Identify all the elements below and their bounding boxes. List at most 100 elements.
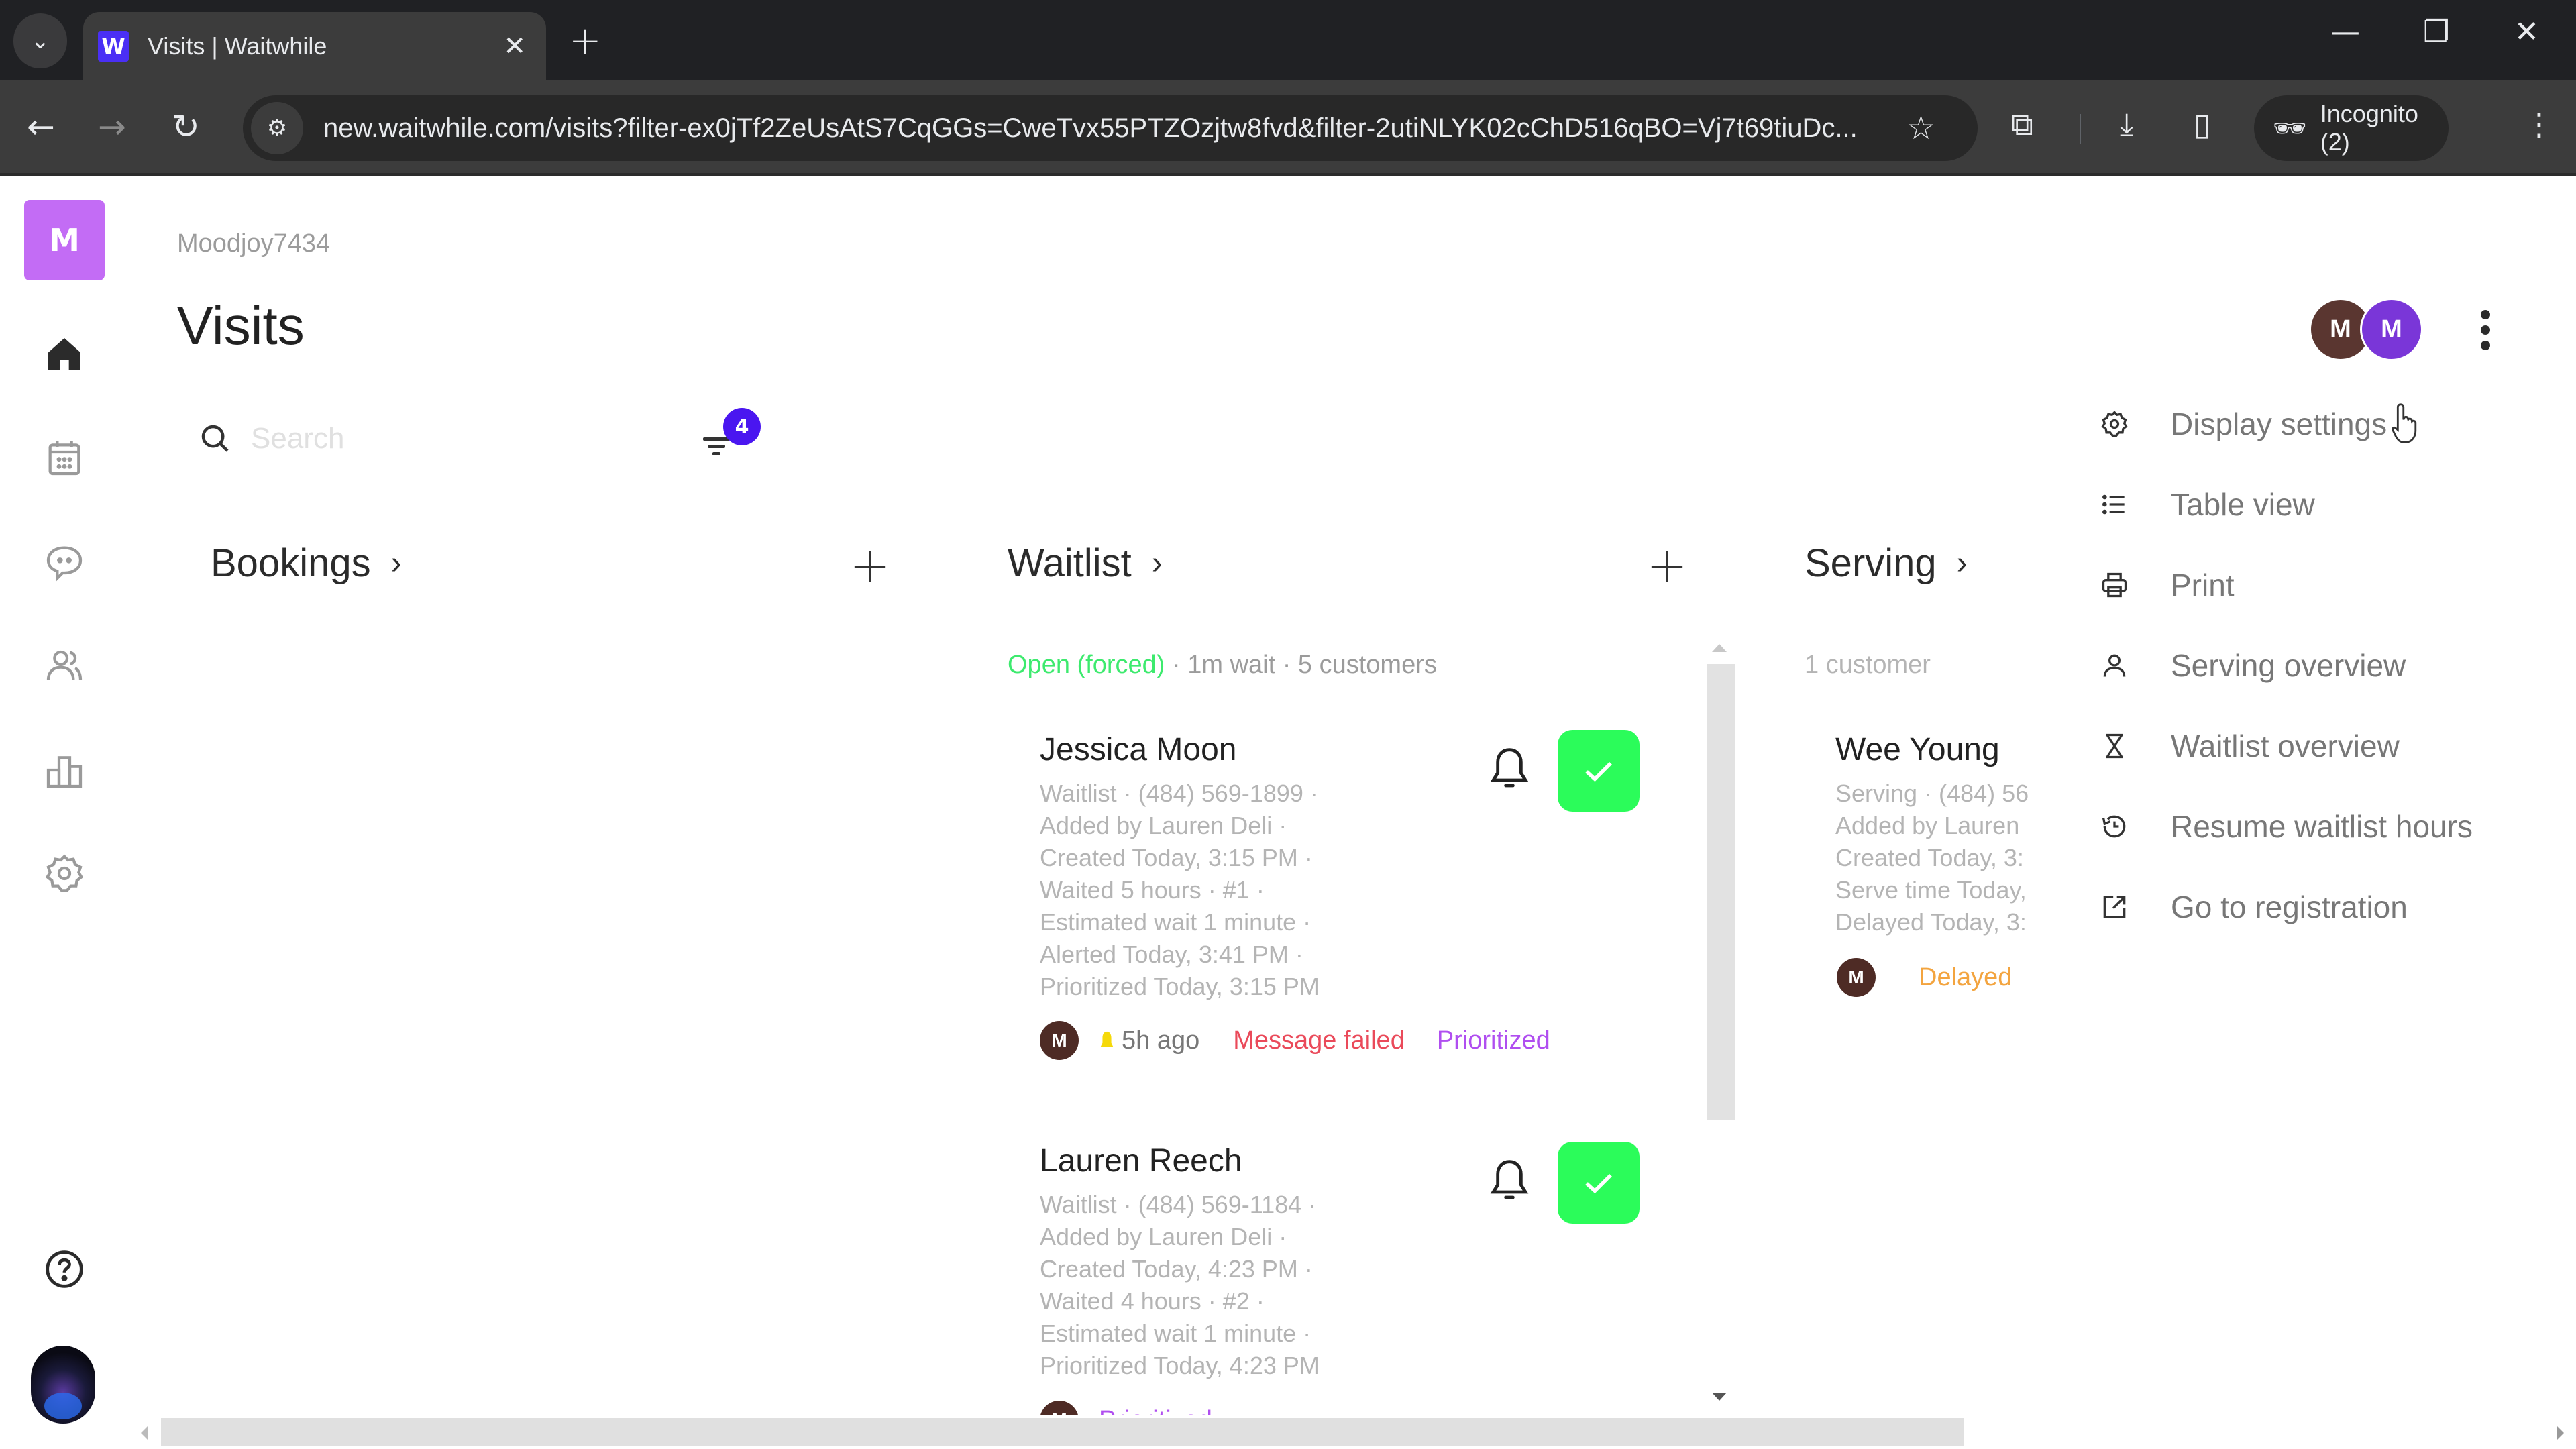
card-detail-line: Serve time Today, <box>1835 876 2027 904</box>
hand-cursor-icon <box>2392 403 2417 443</box>
avatar[interactable]: M <box>2360 298 2423 361</box>
left-nav: M <box>0 178 127 1449</box>
card-detail-line: Waited 5 hours · #1 · <box>1040 876 1265 904</box>
nav-item-calendar[interactable] <box>40 433 89 482</box>
kebab-dot <box>2481 325 2490 335</box>
new-tab-icon[interactable]: + <box>569 17 602 63</box>
search-bar <box>197 419 707 459</box>
download-icon[interactable]: ⤓ <box>2120 106 2133 144</box>
serving-meta: 1 customer <box>1805 651 1931 679</box>
customer-name: Wee Young <box>1835 732 2000 767</box>
search-icon <box>201 425 229 452</box>
users-icon <box>46 650 83 680</box>
active-users[interactable]: M M <box>2309 298 2430 361</box>
waitlist-scrollbar[interactable] <box>1707 664 1735 1120</box>
incognito-button[interactable]: 🕶 Incognito (2) <box>2254 95 2449 161</box>
forward-icon[interactable]: → <box>98 107 126 146</box>
incognito-icon: 🕶 <box>2273 113 2307 144</box>
history-icon <box>2102 815 2126 838</box>
side-panel-icon[interactable]: ▯ <box>2194 106 2210 142</box>
bookmark-star-icon[interactable]: ☆ <box>1907 109 1935 147</box>
url-text[interactable]: new.waitwhile.com/visits?filter-ex0jTf2Z… <box>323 113 1886 144</box>
tab-search-button[interactable]: ⌄ <box>13 13 67 68</box>
restore-icon[interactable]: ❐ <box>2423 15 2449 49</box>
card-detail-line: Created Today, 3: <box>1835 844 2024 871</box>
help-button[interactable] <box>40 1245 89 1293</box>
waitlist-header[interactable]: Waitlist › <box>1008 541 1163 586</box>
scroll-left-arrow[interactable] <box>141 1426 148 1440</box>
close-icon[interactable]: ✕ <box>503 31 526 62</box>
menu-item-print[interactable]: Print <box>2093 545 2576 625</box>
org-name[interactable]: Moodjoy7434 <box>177 229 330 258</box>
window-close-icon[interactable]: ✕ <box>2514 15 2539 49</box>
nav-item-settings[interactable] <box>40 849 89 898</box>
visit-card[interactable]: Jessica Moon Waitlist · (484) 569-1899 ·… <box>1040 731 1320 1003</box>
menu-item-table-view[interactable]: Table view <box>2093 464 2576 545</box>
kebab-dot <box>2481 341 2490 350</box>
notify-bell-icon[interactable] <box>1488 746 1531 793</box>
page-title: Visits <box>177 296 305 356</box>
site-info-icon[interactable]: ⚙ <box>251 102 303 154</box>
menu-item-label: Table view <box>2171 487 2315 522</box>
menu-item-display-settings[interactable]: Display settings <box>2093 384 2576 464</box>
menu-item-serving-overview[interactable]: Serving overview <box>2093 625 2576 706</box>
add-waitlist-button[interactable]: + <box>1646 537 1688 594</box>
waitlist-open-status[interactable]: Open (forced) <box>1008 651 1165 679</box>
customer-name: Lauren Reech <box>1040 1143 1242 1179</box>
chevron-down-icon: ⌄ <box>30 28 50 54</box>
add-booking-button[interactable]: + <box>849 537 891 594</box>
org-badge[interactable]: M <box>24 200 105 280</box>
chevron-right-icon: › <box>1956 545 1968 581</box>
scroll-right-arrow[interactable] <box>2557 1426 2564 1440</box>
card-detail-line: Waitlist · (484) 569-1899 · <box>1040 780 1318 807</box>
browser-tab[interactable]: W Visits | Waitwhile ✕ <box>83 12 546 80</box>
card-detail-line: Serving · (484) 56 <box>1835 780 2029 807</box>
waitwhile-favicon-icon: W <box>98 31 129 62</box>
filter-button[interactable]: 4 <box>698 408 761 462</box>
more-options-menu: Display settings Table view Print Servin… <box>2093 384 2576 947</box>
chat-icon <box>46 546 83 582</box>
extensions-icon[interactable]: ⧉ <box>2011 106 2033 144</box>
scroll-up-arrow[interactable] <box>1712 644 1727 652</box>
menu-item-resume-waitlist-hours[interactable]: Resume waitlist hours <box>2093 786 2576 867</box>
user-profile-avatar[interactable] <box>31 1346 95 1424</box>
delayed-tag: Delayed <box>1919 963 2012 991</box>
minimize-icon[interactable]: — <box>2330 15 2360 49</box>
reload-icon[interactable]: ↻ <box>172 107 200 146</box>
chevron-right-icon: › <box>1151 545 1163 581</box>
nav-item-customers[interactable] <box>40 641 89 690</box>
horizontal-scrollbar[interactable] <box>161 1418 1964 1446</box>
notify-bell-icon[interactable] <box>1488 1158 1531 1205</box>
browser-toolbar: ← → ↻ ⚙ new.waitwhile.com/visits?filter-… <box>0 80 2576 176</box>
more-options-button[interactable] <box>2475 310 2496 350</box>
calendar-icon <box>48 441 80 476</box>
search-input[interactable] <box>251 422 653 455</box>
chevron-right-icon: › <box>390 545 402 581</box>
browser-titlebar: ⌄ W Visits | Waitwhile ✕ + — ❐ ✕ <box>0 0 2576 80</box>
bookings-title: Bookings <box>211 541 371 585</box>
menu-item-go-to-registration[interactable]: Go to registration <box>2093 867 2576 947</box>
bookings-header[interactable]: Bookings › <box>211 541 402 586</box>
staff-avatar: M <box>1040 1401 1079 1415</box>
browser-menu-icon[interactable]: ⋮ <box>2524 106 2555 142</box>
card-footer: M Delayed <box>1837 958 2012 997</box>
nav-item-home[interactable] <box>40 330 89 378</box>
serve-check-button[interactable] <box>1558 730 1640 812</box>
nav-item-analytics[interactable] <box>40 746 89 794</box>
menu-item-waitlist-overview[interactable]: Waitlist overview <box>2093 706 2576 786</box>
card-detail-line: Created Today, 4:23 PM · <box>1040 1255 1313 1283</box>
visit-card[interactable]: Lauren Reech Waitlist · (484) 569-1184 ·… <box>1040 1142 1320 1382</box>
card-detail-line: Prioritized Today, 3:15 PM <box>1040 973 1320 1000</box>
hourglass-icon <box>2106 733 2123 759</box>
card-detail-line: Alerted Today, 3:41 PM · <box>1040 941 1303 968</box>
person-icon <box>2103 654 2126 677</box>
nav-item-messages[interactable] <box>40 538 89 586</box>
card-detail-line: Waited 4 hours · #2 · <box>1040 1287 1265 1315</box>
scroll-down-arrow[interactable] <box>1712 1393 1727 1401</box>
back-icon[interactable]: ← <box>27 107 55 146</box>
serving-header[interactable]: Serving › <box>1805 541 1968 586</box>
serve-check-button[interactable] <box>1558 1142 1640 1224</box>
address-bar[interactable]: ⚙ new.waitwhile.com/visits?filter-ex0jTf… <box>243 95 1978 161</box>
gear-icon <box>45 854 84 892</box>
prioritized-tag: Prioritized <box>1099 1406 1212 1416</box>
